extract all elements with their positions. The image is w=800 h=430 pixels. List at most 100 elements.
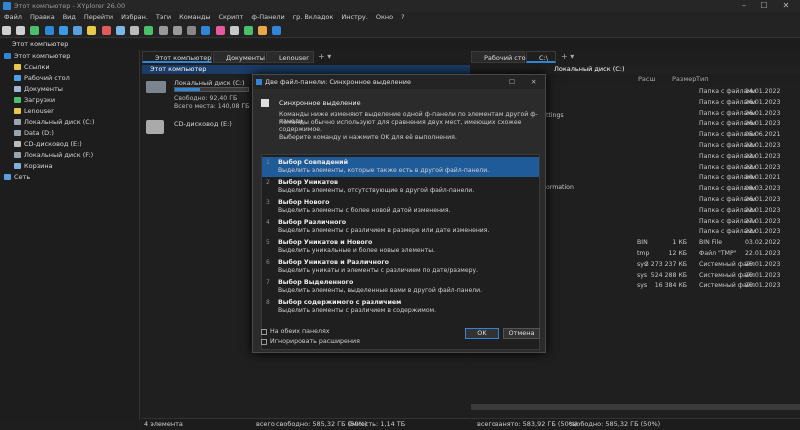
up-icon[interactable] [30, 26, 40, 35]
tree-item[interactable]: Корзина [14, 162, 53, 170]
horizontal-scrollbar[interactable] [471, 404, 800, 410]
delete-icon[interactable] [101, 26, 111, 35]
command-option[interactable]: 2 Выбор Уникатов Выделить элементы, отсутс… [262, 177, 539, 197]
menu-item[interactable]: Файл [0, 12, 26, 21]
tree-item[interactable]: Документы [14, 85, 63, 93]
cell-date: 05.06.2021 [745, 131, 781, 139]
new-tab-button[interactable]: + ▾ [318, 52, 331, 61]
close-button[interactable]: ✕ [778, 0, 794, 12]
refresh-icon[interactable] [44, 26, 54, 35]
dialog-maximize-button[interactable]: ☐ [509, 75, 515, 89]
tree-item[interactable]: Локальный диск (F:) [14, 151, 93, 159]
back-icon[interactable] [2, 26, 11, 35]
command-option[interactable]: 3 Выбор Нового Выделить элементы с более н… [262, 197, 539, 217]
forward-icon[interactable] [16, 26, 26, 35]
target-icon[interactable] [215, 26, 225, 35]
tree-item-label: Загрузки [24, 96, 56, 104]
folder-icon [14, 75, 21, 81]
search-icon[interactable] [58, 26, 68, 35]
menu-item[interactable]: ф-Панели [247, 12, 288, 21]
maximize-button[interactable]: ☐ [756, 0, 772, 12]
cut-icon[interactable] [130, 26, 140, 35]
cell-date: 22.01.2023 [745, 142, 781, 149]
tree-item[interactable]: Локальный диск (C:) [14, 118, 95, 126]
drive-e-name[interactable]: CD-дисковод (E:) [174, 120, 232, 128]
command-option[interactable]: 5 Выбор Уникатов и Нового Выделить уникаль… [262, 237, 539, 257]
new-tab-button-2[interactable]: + ▾ [561, 52, 574, 61]
menu-item[interactable]: Команды [175, 12, 214, 21]
menu-item[interactable]: ? [397, 12, 408, 21]
brush-icon[interactable] [258, 26, 268, 35]
option-desc: Выделить уникальные и более новые элемен… [278, 247, 435, 254]
cell-date: 26.01.2023 [745, 282, 781, 290]
ok-button[interactable]: OK [465, 328, 499, 339]
tree-item[interactable]: Рабочий стол [14, 74, 70, 82]
tab-documents[interactable]: Документы [213, 51, 265, 63]
pane1-statusbar: 4 элемента всего свободно: 585,32 ГБ (50… [142, 418, 470, 430]
dialog-close-button[interactable]: ✕ [531, 75, 536, 89]
command-option[interactable]: 8 Выбор содержимого с различием Выделить э… [262, 297, 539, 317]
tree-item[interactable]: Ссылки [14, 63, 50, 71]
layout-icon[interactable] [187, 26, 197, 35]
folder-icon [14, 152, 21, 158]
tree-item[interactable]: Lenouser [14, 107, 54, 115]
menu-item[interactable]: Окно [372, 12, 397, 21]
both-panels-checkbox[interactable] [261, 329, 267, 335]
pane1-tabbar: Этот компьютер Документы Lenouser + ▾ [142, 51, 470, 63]
app-icon [256, 79, 262, 85]
folder-icon [4, 53, 11, 59]
minimize-button[interactable]: – [736, 0, 752, 12]
col-type[interactable]: Тип [696, 75, 708, 83]
command-option[interactable]: 4 Выбор Различного Выделить элементы с раз… [262, 217, 539, 237]
drive-c-usage-bar [174, 87, 249, 92]
tab-desktop[interactable]: Рабочий стол [471, 51, 530, 63]
cell-date: 22.01.2023 [745, 250, 781, 257]
tree-item[interactable]: Сеть [4, 173, 30, 181]
cancel-button[interactable]: Отмена [503, 328, 540, 339]
menu-item[interactable]: Тэги [152, 12, 175, 21]
tree-icon[interactable] [243, 26, 253, 35]
folder-icon [14, 163, 21, 169]
menu-bar: Файл Правка Вид Перейти Избран. Тэги Команды Ск… [0, 12, 800, 23]
col-size[interactable]: Размер [672, 75, 696, 83]
menu-item[interactable]: Вид [59, 12, 80, 21]
menu-item[interactable]: Избран. [117, 12, 152, 21]
option-n: 1 [266, 159, 270, 166]
filter-icon[interactable] [201, 26, 211, 35]
left-address-bar[interactable]: Этот компьютер [0, 39, 470, 49]
redo-icon[interactable] [172, 26, 182, 35]
undo-icon[interactable] [158, 26, 168, 35]
tools-icon[interactable] [272, 26, 282, 35]
command-option[interactable]: 7 Выбор Выделенного Выделить элементы, выд… [262, 277, 539, 297]
check-icon[interactable] [144, 26, 154, 35]
menu-item[interactable]: гр. Вкладок [289, 12, 338, 21]
tree-item[interactable]: Data (D:) [14, 129, 54, 137]
tree-item[interactable]: Загрузки [14, 96, 55, 104]
menu-item[interactable]: Перейти [80, 12, 117, 21]
moon-icon[interactable] [229, 26, 239, 35]
menu-item[interactable]: Инстру. [337, 12, 372, 21]
tree-item[interactable]: CD-дисковод (E:) [14, 140, 82, 148]
ignore-ext-checkbox[interactable] [261, 339, 267, 345]
globe-icon[interactable] [73, 26, 83, 35]
star-icon[interactable] [87, 26, 97, 35]
tree-item[interactable]: Этот компьютер [4, 52, 70, 60]
option-desc: Выделить элементы, которые также есть в … [278, 167, 490, 174]
right-address-bar[interactable] [471, 39, 800, 49]
copy-icon[interactable] [115, 26, 125, 35]
col-ext[interactable]: Расш [638, 75, 655, 83]
menu-item[interactable]: Скрипт [214, 12, 247, 21]
tab-lenouser[interactable]: Lenouser [266, 51, 314, 63]
cell-date: 09.03.2023 [745, 185, 781, 193]
tree-item-label: Ссылки [24, 63, 50, 71]
drive-c-name[interactable]: Локальный диск (C:) [174, 79, 245, 87]
command-option[interactable]: 6 Выбор Уникатов и Различного Выделить уни… [262, 257, 539, 277]
cell-date: 10.01.2021 [745, 174, 781, 182]
command-option[interactable]: 1 Выбор Совпадений Выделить элементы, кото… [262, 157, 539, 177]
menu-item[interactable]: Правка [26, 12, 59, 21]
command-list: 1 Выбор Совпадений Выделить элементы, кото… [261, 154, 540, 350]
tab-c-drive[interactable]: C:\ [526, 51, 556, 63]
tab-this-pc[interactable]: Этот компьютер [142, 51, 212, 63]
cell-size: 3 273 237 КБ [644, 260, 687, 268]
option-title: Выбор Уникатов и Нового [278, 239, 373, 246]
